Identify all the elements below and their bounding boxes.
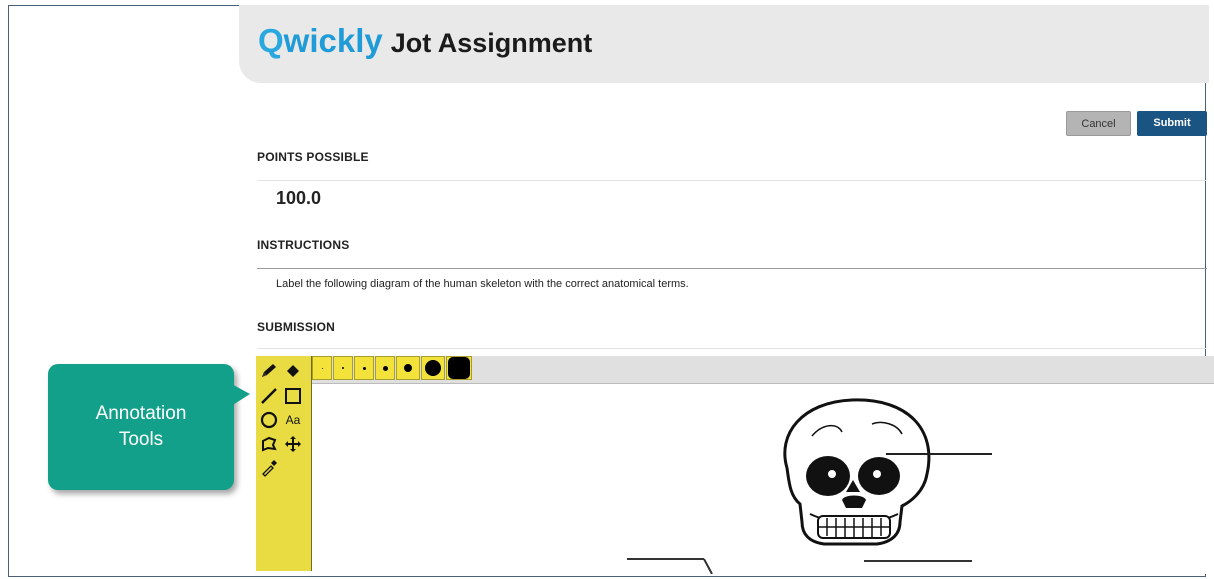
brush-size-option[interactable] xyxy=(421,356,445,380)
ellipse-icon[interactable] xyxy=(259,410,279,430)
brush-size-options xyxy=(312,356,473,383)
move-icon[interactable] xyxy=(283,434,303,454)
instructions-label: INSTRUCTIONS xyxy=(257,238,350,252)
submission-label: SUBMISSION xyxy=(257,320,336,334)
divider xyxy=(257,268,1207,269)
points-value: 100.0 xyxy=(276,188,322,208)
callout-line-2: Tools xyxy=(118,429,164,450)
brush-size-option[interactable] xyxy=(312,356,332,380)
brush-size-option[interactable] xyxy=(375,356,395,380)
pencil-icon[interactable] xyxy=(259,361,279,381)
brush-size-option[interactable] xyxy=(446,356,472,380)
eyedropper-icon[interactable] xyxy=(259,458,279,478)
skeleton-diagram xyxy=(627,398,992,575)
divider xyxy=(257,180,1207,181)
brush-size-option[interactable] xyxy=(354,356,374,380)
text-icon[interactable]: Aa xyxy=(283,410,303,430)
callout-line-1: Annotation xyxy=(95,403,187,424)
points-possible-label: POINTS POSSIBLE xyxy=(257,150,369,164)
submit-button[interactable]: Submit xyxy=(1137,111,1207,136)
divider xyxy=(257,348,1207,349)
lasso-icon[interactable] xyxy=(259,434,279,454)
instructions-text: Label the following diagram of the human… xyxy=(276,278,689,290)
annotation-tool-panel: Aa xyxy=(256,356,312,571)
cancel-button[interactable]: Cancel xyxy=(1066,111,1131,136)
brand-title: Qwickly Jot Assignment xyxy=(258,22,592,60)
eraser-icon[interactable] xyxy=(283,361,303,381)
annotation-tools-callout: Annotation Tools xyxy=(48,364,250,490)
brand-logo-q: Q xyxy=(258,22,284,59)
drawing-canvas[interactable] xyxy=(312,384,1214,575)
page-title: Jot Assignment xyxy=(390,28,593,58)
rectangle-icon[interactable] xyxy=(283,386,303,406)
brush-size-option[interactable] xyxy=(396,356,420,380)
brush-size-option[interactable] xyxy=(333,356,353,380)
brand-logo-wickly: wickly xyxy=(283,22,383,59)
line-icon[interactable] xyxy=(259,386,279,406)
